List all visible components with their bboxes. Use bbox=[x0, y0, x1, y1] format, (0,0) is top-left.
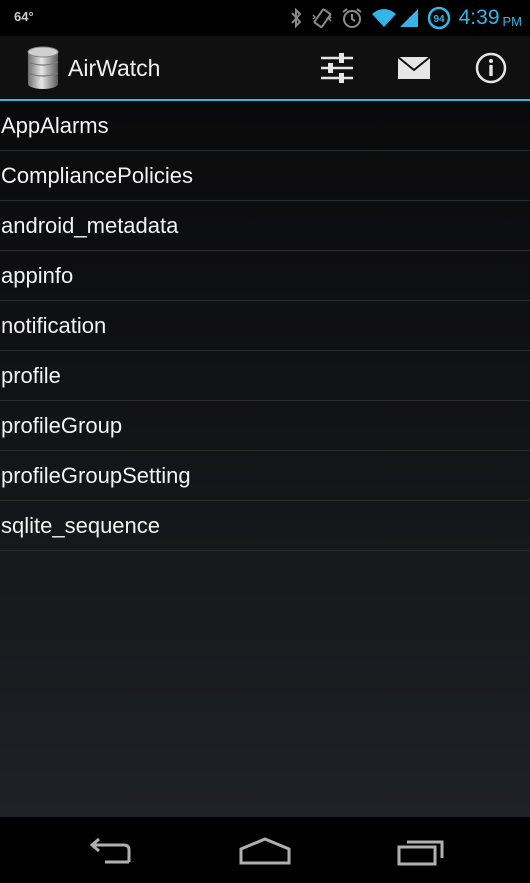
app-title: AirWatch bbox=[68, 55, 161, 81]
clock-ampm: PM bbox=[502, 13, 523, 29]
clock-time: 4:39 bbox=[458, 6, 500, 29]
list-item[interactable]: sqlite_sequence bbox=[0, 501, 530, 551]
list-item[interactable]: appinfo bbox=[0, 251, 530, 301]
back-icon[interactable] bbox=[70, 831, 150, 871]
wifi-icon bbox=[371, 8, 397, 28]
action-bar: AirWatch bbox=[0, 36, 530, 101]
alarm-icon bbox=[341, 7, 363, 29]
list-item[interactable]: android_metadata bbox=[0, 201, 530, 251]
list-item[interactable]: profile bbox=[0, 351, 530, 401]
settings-sliders-icon[interactable] bbox=[315, 50, 359, 86]
recent-apps-icon[interactable] bbox=[381, 831, 461, 871]
navigation-bar bbox=[0, 817, 530, 883]
battery-icon: 94 bbox=[427, 6, 451, 30]
home-icon[interactable] bbox=[225, 831, 305, 871]
temperature-indicator: 64° bbox=[14, 9, 34, 24]
list-item[interactable]: CompliancePolicies bbox=[0, 151, 530, 201]
info-icon[interactable] bbox=[469, 50, 513, 86]
vibrate-icon bbox=[311, 7, 333, 29]
status-bar: 64° 94 4:39 PM bbox=[0, 0, 530, 36]
mail-icon[interactable] bbox=[392, 50, 436, 86]
table-list: AppAlarms CompliancePolicies android_met… bbox=[0, 101, 530, 817]
list-item[interactable]: notification bbox=[0, 301, 530, 351]
list-item[interactable]: profileGroup bbox=[0, 401, 530, 451]
list-item[interactable]: AppAlarms bbox=[0, 101, 530, 151]
status-icons: 94 4:39 PM bbox=[281, 4, 522, 32]
list-item[interactable]: profileGroupSetting bbox=[0, 451, 530, 501]
bluetooth-icon bbox=[289, 8, 303, 28]
battery-level: 94 bbox=[433, 14, 445, 25]
database-icon[interactable] bbox=[26, 46, 60, 95]
signal-icon bbox=[399, 8, 419, 28]
